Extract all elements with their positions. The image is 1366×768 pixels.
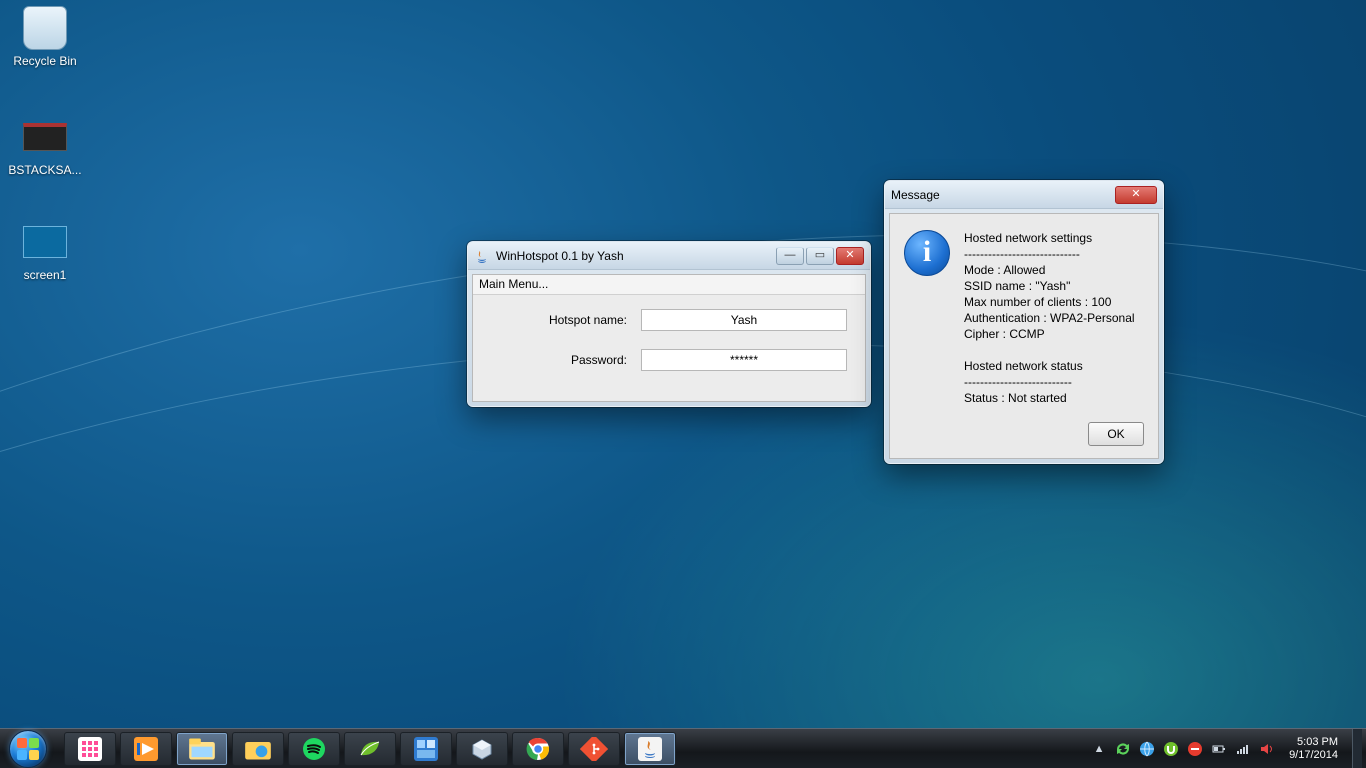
taskbar-media-player[interactable] (120, 732, 172, 766)
window-title: WinHotspot 0.1 by Yash (496, 249, 624, 263)
titlebar[interactable]: Message ✕ (885, 181, 1163, 209)
taskbar-file-explorer[interactable] (176, 732, 228, 766)
ok-button[interactable]: OK (1088, 422, 1144, 446)
tray-sync-icon[interactable] (1115, 741, 1131, 757)
window-message[interactable]: Message ✕ i Hosted network settings ----… (884, 180, 1164, 464)
close-button[interactable]: ✕ (836, 247, 864, 265)
window-winhotspot[interactable]: WinHotspot 0.1 by Yash — ▭ ✕ Main Menu..… (467, 241, 871, 407)
tray-network-icon[interactable] (1235, 741, 1251, 757)
show-desktop-button[interactable] (1352, 729, 1362, 768)
label-password: Password: (491, 353, 641, 367)
system-tray: ▲ 5:03 PM 9/17/2014 (1091, 729, 1366, 768)
tray-utorrent-icon[interactable] (1163, 741, 1179, 757)
maximize-button[interactable]: ▭ (806, 247, 834, 265)
taskbar-java[interactable] (624, 732, 676, 766)
start-button[interactable] (0, 729, 56, 768)
taskbar-folder-web[interactable] (232, 732, 284, 766)
taskbar-git[interactable] (568, 732, 620, 766)
taskbar-settings-panel[interactable] (400, 732, 452, 766)
label-hotspot-name: Hotspot name: (491, 313, 641, 327)
desktop-icon-label: screen1 (5, 268, 85, 282)
tray-time: 5:03 PM (1289, 736, 1338, 749)
info-icon: i (904, 230, 950, 276)
tray-date: 9/17/2014 (1289, 749, 1338, 762)
close-button[interactable]: ✕ (1115, 186, 1157, 204)
taskbar-chrome[interactable] (512, 732, 564, 766)
taskbar: ▲ 5:03 PM 9/17/2014 (0, 728, 1366, 768)
tray-clock[interactable]: 5:03 PM 9/17/2014 (1283, 736, 1344, 762)
window-title: Message (891, 188, 940, 202)
desktop-icon-screen1[interactable]: screen1 (5, 220, 85, 282)
tray-battery-icon[interactable] (1211, 741, 1227, 757)
titlebar[interactable]: WinHotspot 0.1 by Yash — ▭ ✕ (468, 242, 870, 270)
windows-orb-icon (9, 730, 47, 768)
menu-main[interactable]: Main Menu... (473, 275, 865, 295)
recycle-bin-icon (23, 6, 67, 50)
taskbar-app-grid[interactable] (64, 732, 116, 766)
desktop-icon-label: Recycle Bin (5, 54, 85, 68)
input-password[interactable] (641, 349, 847, 371)
desktop-icon-label: BSTACKSA... (5, 163, 85, 177)
desktop-icon-bstacksa[interactable]: BSTACKSA... (5, 115, 85, 177)
tray-globe-icon[interactable] (1139, 741, 1155, 757)
desktop-icon-recycle-bin[interactable]: Recycle Bin (5, 6, 85, 68)
message-text: Hosted network settings ----------------… (964, 230, 1135, 406)
input-hotspot-name[interactable] (641, 309, 847, 331)
drive-icon (23, 123, 67, 151)
minimize-button[interactable]: — (776, 247, 804, 265)
tray-shield-icon[interactable] (1187, 741, 1203, 757)
picture-icon (23, 226, 67, 258)
tray-volume-icon[interactable] (1259, 741, 1275, 757)
tray-overflow-icon[interactable]: ▲ (1091, 741, 1107, 757)
taskbar-spotify[interactable] (288, 732, 340, 766)
taskbar-virtualbox[interactable] (456, 732, 508, 766)
taskbar-bluestacks[interactable] (344, 732, 396, 766)
java-icon (474, 248, 490, 264)
